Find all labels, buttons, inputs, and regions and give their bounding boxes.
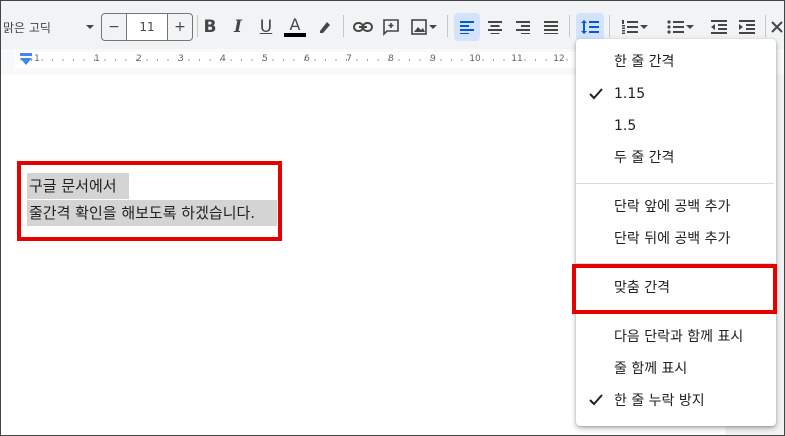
- menu-item-double[interactable]: 두 줄 간격: [576, 141, 776, 173]
- chevron-down-icon: [686, 25, 694, 29]
- ruler-number: 12: [553, 54, 565, 64]
- line-spacing-menu: 한 줄 간격 1.15 1.5 두 줄 간격 단락 앞에 공백 추가 단락 뒤에…: [576, 39, 776, 426]
- checkmark-icon: [589, 88, 603, 100]
- menu-item-add-space-before[interactable]: 단락 앞에 공백 추가: [576, 190, 776, 222]
- ruler-number: 1: [34, 54, 40, 64]
- minus-icon: −: [108, 19, 120, 35]
- image-icon: [411, 19, 427, 35]
- decrease-font-size-button[interactable]: −: [101, 13, 127, 41]
- line-spacing-button[interactable]: [576, 13, 604, 41]
- menu-item-label: 한 줄 간격: [614, 54, 675, 70]
- align-right-icon: [516, 21, 530, 34]
- ruler-number: 1: [94, 54, 100, 64]
- chevron-down-icon: [640, 25, 648, 29]
- ruler-number: 5: [262, 54, 268, 64]
- menu-item-label: 단락 앞에 공백 추가: [614, 199, 731, 215]
- annotation-box-text: [17, 161, 282, 241]
- clear-formatting-button[interactable]: [769, 13, 784, 41]
- menu-item-single[interactable]: 한 줄 간격: [576, 45, 776, 77]
- align-left-button[interactable]: [454, 13, 480, 41]
- ruler-number: 4: [220, 54, 226, 64]
- toolbar-divider: [343, 15, 344, 37]
- numbered-list-button[interactable]: [615, 13, 655, 41]
- link-icon: [353, 22, 373, 32]
- checkmark-icon: [589, 394, 603, 406]
- ruler-number: 3: [178, 54, 184, 64]
- menu-item-add-space-after[interactable]: 단락 뒤에 공백 추가: [576, 222, 776, 254]
- toolbar-divider: [765, 15, 766, 37]
- align-center-button[interactable]: [482, 13, 508, 41]
- menu-item-label: 줄 함께 표시: [614, 361, 688, 377]
- underline-icon: U: [259, 17, 273, 37]
- italic-button[interactable]: I: [227, 13, 249, 41]
- highlight-color-button[interactable]: [313, 13, 337, 41]
- menu-item-label: 두 줄 간격: [614, 150, 675, 166]
- menu-item-1-5[interactable]: 1.5: [576, 110, 776, 142]
- text-color-button[interactable]: A: [283, 13, 307, 41]
- align-center-icon: [488, 21, 502, 34]
- insert-link-button[interactable]: [351, 13, 375, 41]
- font-size-value: 11: [139, 20, 155, 34]
- font-family-select[interactable]: 맑은 고딕: [3, 13, 99, 41]
- add-comment-icon: [383, 19, 399, 36]
- chevron-down-icon: [86, 25, 94, 29]
- menu-item-label: 1.5: [614, 118, 637, 134]
- ruler-number: 6: [304, 54, 310, 64]
- ruler-number: 2: [136, 54, 142, 64]
- menu-item-keep-with-next[interactable]: 다음 단락과 함께 표시: [576, 320, 776, 352]
- bulleted-list-button[interactable]: [661, 13, 701, 41]
- menu-item-prevent-single-lines[interactable]: 한 줄 누락 방지: [576, 384, 776, 416]
- chevron-down-icon: [429, 25, 437, 29]
- highlighter-icon: [320, 22, 330, 33]
- clear-formatting-icon: [771, 21, 783, 33]
- italic-icon: I: [234, 17, 242, 37]
- ruler-number: 7: [346, 54, 352, 64]
- menu-item-label: 단락 뒤에 공백 추가: [614, 231, 731, 247]
- insert-image-button[interactable]: [407, 13, 441, 41]
- menu-item-1-15[interactable]: 1.15: [576, 78, 776, 110]
- text-color-icon: A: [289, 15, 301, 34]
- line-spacing-icon: [581, 20, 599, 34]
- plus-icon: +: [174, 19, 186, 35]
- bulleted-list-icon: [667, 20, 684, 34]
- ruler-number: 11: [511, 54, 523, 64]
- bold-button[interactable]: B: [199, 13, 221, 41]
- font-family-value: 맑은 고딕: [3, 20, 51, 35]
- increase-indent-icon: [739, 20, 755, 34]
- menu-item-label: 1.15: [614, 86, 646, 102]
- font-size-input[interactable]: 11: [127, 13, 167, 41]
- toolbar-divider: [609, 15, 610, 37]
- justify-button[interactable]: [538, 13, 564, 41]
- toolbar-divider: [447, 15, 448, 37]
- menu-item-label: 다음 단락과 함께 표시: [614, 329, 744, 345]
- indent-marker-icon[interactable]: [19, 53, 33, 67]
- menu-item-keep-lines-together[interactable]: 줄 함께 표시: [576, 352, 776, 384]
- underline-button[interactable]: U: [255, 13, 277, 41]
- increase-font-size-button[interactable]: +: [167, 13, 193, 41]
- decrease-indent-icon: [711, 20, 727, 34]
- ruler-number: 8: [388, 54, 394, 64]
- toolbar-divider: [569, 15, 570, 37]
- align-right-button[interactable]: [510, 13, 536, 41]
- toolbar-divider: [197, 15, 198, 37]
- ruler-number: 9: [430, 54, 436, 64]
- justify-icon: [544, 21, 558, 34]
- docs-window: 맑은 고딕 − 11 + B I U A 1 1 2 3 4 5 6 7 8 9…: [0, 0, 785, 436]
- insert-comment-button[interactable]: [379, 13, 403, 41]
- align-left-icon: [460, 21, 474, 34]
- decrease-indent-button[interactable]: [707, 13, 731, 41]
- annotation-box-menu: [572, 264, 777, 314]
- menu-divider: [576, 183, 774, 184]
- menu-item-label: 한 줄 누락 방지: [614, 393, 705, 409]
- increase-indent-button[interactable]: [735, 13, 759, 41]
- bold-icon: B: [203, 17, 217, 37]
- ruler-number: 10: [469, 54, 481, 64]
- text-color-swatch: [284, 33, 306, 37]
- numbered-list-icon: [622, 20, 638, 34]
